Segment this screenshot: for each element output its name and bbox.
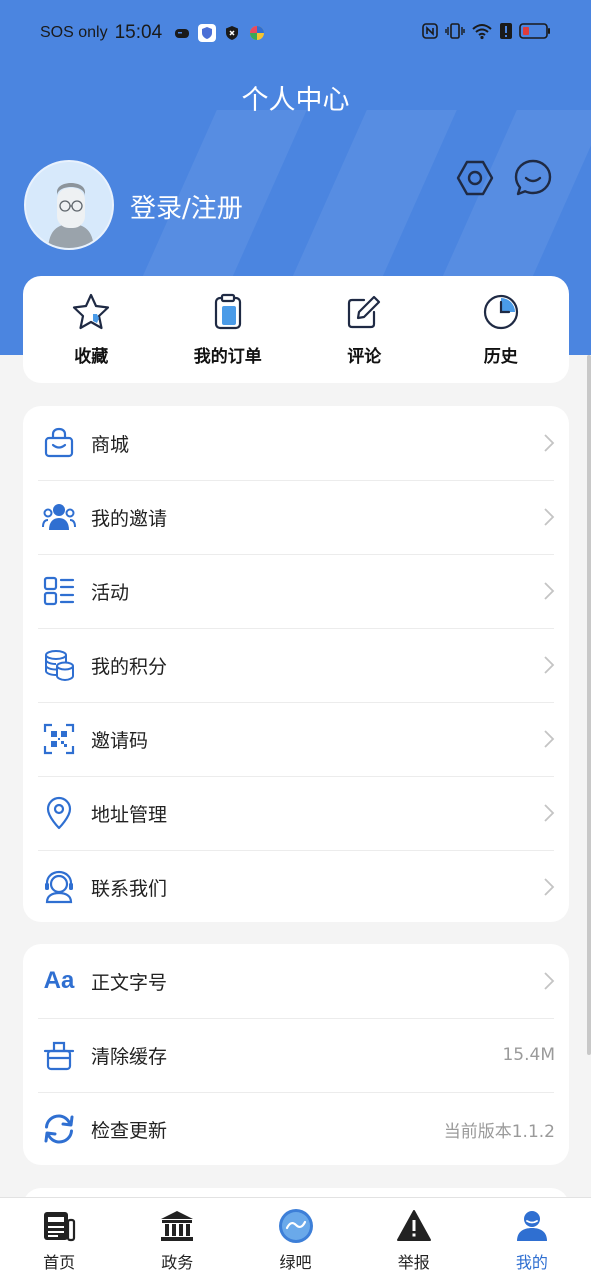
menu-item-clear-cache[interactable]: 清除缓存 15.4M (23, 1018, 569, 1092)
newspaper-icon (44, 1212, 76, 1242)
chevron-right-icon (544, 434, 555, 452)
menu-item-label: 我的积分 (91, 655, 168, 678)
list-icon (43, 576, 75, 606)
tab-label: 我的 (515, 1253, 548, 1272)
menu-item-label: 邀请码 (91, 729, 149, 752)
battery-icon (519, 23, 550, 39)
menu-item-label: 我的邀请 (91, 507, 168, 530)
message-icon[interactable] (513, 158, 553, 198)
settings-icon[interactable] (455, 158, 495, 198)
menu-item-label: 正文字号 (91, 971, 168, 994)
scrollbar[interactable] (587, 355, 591, 1055)
green-bar-logo-icon (278, 1209, 313, 1243)
tab-label: 举报 (397, 1253, 430, 1272)
current-version-value: 当前版本1.1.2 (443, 1121, 555, 1142)
edit-icon (348, 295, 381, 329)
clipboard-icon (214, 293, 241, 330)
menu-item-invite-code[interactable]: 邀请码 (23, 702, 569, 776)
menu-item-label: 清除缓存 (91, 1045, 168, 1068)
vibrate-icon (445, 23, 465, 39)
carrier-text: SOS only (40, 24, 108, 41)
trash-icon (43, 1041, 75, 1071)
font-size-icon: Aa (43, 967, 75, 994)
shopping-bag-icon (44, 427, 74, 458)
chevron-right-icon (544, 656, 555, 674)
tab-label: 绿吧 (279, 1253, 312, 1272)
page-title: 个人中心 (241, 85, 350, 116)
quick-action-favorites[interactable]: 收藏 (23, 276, 160, 383)
users-icon (42, 504, 76, 530)
menu-item-label: 活动 (91, 581, 130, 604)
chevron-right-icon (544, 804, 555, 822)
chevron-right-icon (544, 878, 555, 896)
shield-app-icon (198, 24, 217, 42)
signal-alert-icon (500, 23, 512, 39)
colorful-app-icon (250, 26, 265, 40)
quick-action-label: 收藏 (74, 347, 109, 367)
wifi-icon (472, 24, 492, 40)
settings-card: Aa 正文字号 清除缓存 15.4M 检查更新 当前版本1.1.2 (23, 944, 569, 1165)
menu-item-label: 商城 (91, 433, 130, 456)
cache-size-value: 15.4M (502, 1045, 555, 1065)
status-bar: SOS only 15:04 (0, 0, 591, 66)
quick-action-history[interactable]: 历史 (433, 276, 570, 383)
menu-item-label: 联系我们 (91, 877, 168, 900)
quick-actions-card: 收藏 我的订单 评论 历史 (23, 276, 569, 383)
menu-item-my-invitations[interactable]: 我的邀请 (23, 480, 569, 554)
main-menu-card: 商城 我的邀请 活动 我的积分 邀请码 地址管理 联系我们 (23, 406, 569, 922)
quick-action-label: 评论 (347, 347, 382, 367)
menu-item-check-update[interactable]: 检查更新 当前版本1.1.2 (23, 1092, 569, 1166)
headset-icon (45, 870, 73, 904)
menu-item-contact-us[interactable]: 联系我们 (23, 850, 569, 924)
nfc-icon (422, 23, 438, 39)
quick-action-label: 历史 (483, 347, 518, 367)
bottom-tab-bar: 首页 政务 绿吧 举报 我的 (0, 1197, 591, 1280)
tab-label: 政务 (161, 1253, 194, 1272)
menu-item-address-management[interactable]: 地址管理 (23, 776, 569, 850)
warning-icon (396, 1210, 431, 1241)
shield-x-icon (226, 26, 239, 40)
tab-green-bar[interactable]: 绿吧 (236, 1198, 354, 1280)
refresh-icon (44, 1114, 74, 1144)
quick-action-comments[interactable]: 评论 (296, 276, 433, 383)
game-controller-icon (175, 29, 190, 38)
menu-item-my-points[interactable]: 我的积分 (23, 628, 569, 702)
chevron-right-icon (544, 730, 555, 748)
qr-code-icon (43, 723, 75, 755)
menu-item-label: 检查更新 (91, 1119, 168, 1142)
star-icon (73, 293, 110, 330)
quick-action-orders[interactable]: 我的订单 (160, 276, 297, 383)
clock-text: 15:04 (114, 22, 163, 43)
clock-icon (483, 294, 518, 330)
login-register-link[interactable]: 登录/注册 (130, 188, 243, 225)
chevron-right-icon (544, 972, 555, 990)
tab-home[interactable]: 首页 (0, 1198, 118, 1280)
chevron-right-icon (544, 582, 555, 600)
default-avatar-icon (26, 162, 112, 248)
tab-report[interactable]: 举报 (355, 1198, 473, 1280)
menu-item-label: 地址管理 (91, 803, 168, 826)
tab-label: 首页 (43, 1253, 76, 1272)
menu-item-font-size[interactable]: Aa 正文字号 (23, 944, 569, 1018)
menu-item-mall[interactable]: 商城 (23, 406, 569, 480)
profile-icon (516, 1211, 547, 1241)
menu-item-activities[interactable]: 活动 (23, 554, 569, 628)
tab-mine[interactable]: 我的 (473, 1198, 591, 1280)
tab-government[interactable]: 政务 (118, 1198, 236, 1280)
government-building-icon (161, 1211, 194, 1241)
avatar[interactable] (24, 160, 114, 250)
coins-icon (45, 650, 74, 682)
quick-action-label: 我的订单 (193, 347, 262, 367)
location-pin-icon (46, 796, 72, 830)
chevron-right-icon (544, 508, 555, 526)
